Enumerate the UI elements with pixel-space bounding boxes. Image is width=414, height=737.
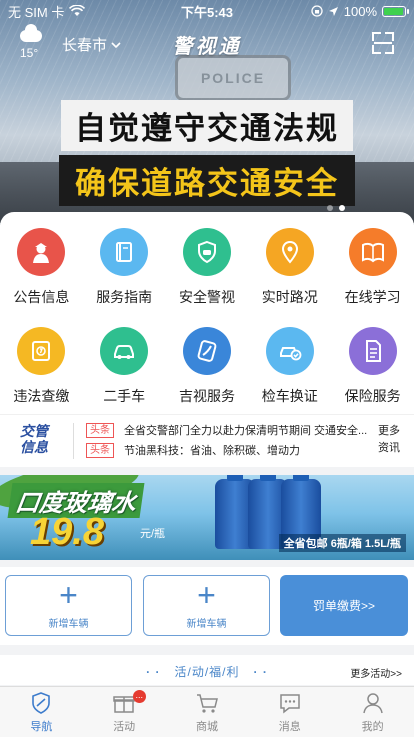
clock: 下午5:43: [180, 4, 234, 20]
navigation-icon: [32, 692, 51, 714]
grid-item[interactable]: 保险服务: [331, 327, 414, 406]
pay-fine-button[interactable]: 罚单缴费>>: [280, 575, 408, 636]
news-item[interactable]: 头条 全省交警部门全力以赴力保清明节期间 交通安全...: [86, 422, 367, 438]
j-logo-icon: [182, 327, 231, 375]
tab-navigation[interactable]: 导航: [0, 687, 83, 737]
carousel-dot[interactable]: [327, 205, 333, 211]
ad-banner[interactable]: 口度玻璃水 19.8 元/瓶 全省包邮 6瓶/箱 1.5L/瓶: [0, 475, 414, 560]
service-grid: 公告信息 服务指南 安全警视 实时路况 在线学习违法查缴 二手车 吉视服务 检车换证 保险服务: [0, 228, 414, 406]
battery-percent: 100%: [343, 3, 378, 19]
grid-item-label: 安全警视: [178, 289, 235, 305]
ad-sale-text: 全省包邮 6瓶/箱 1.5L/瓶: [278, 534, 406, 552]
news-item[interactable]: 头条 节油黑科技：省油、除积碳、增动力: [86, 442, 300, 458]
orientation-lock-icon: [311, 5, 323, 17]
wifi-icon: [69, 5, 86, 16]
grid-item-label: 违法查缴: [13, 388, 70, 404]
tab-profile[interactable]: 我的: [331, 687, 414, 737]
grid-item[interactable]: 安全警视: [166, 228, 249, 307]
carousel-dots: [327, 205, 345, 211]
officer-icon: [17, 228, 66, 276]
grid-item[interactable]: 二手车: [83, 327, 166, 406]
more-news-link[interactable]: 更多 资讯: [378, 423, 400, 457]
banner-slogan[interactable]: 自觉遵守交通法规 确保道路交通安全: [0, 100, 414, 206]
grid-item-label: 实时路况: [261, 289, 318, 305]
grid-item-label: 公告信息: [13, 289, 70, 305]
cart-icon: [196, 694, 218, 713]
grid-item-label: 保险服务: [344, 388, 401, 404]
app-header: 15° 长春市 警视通: [0, 24, 414, 66]
grid-item-label: 吉视服务: [178, 388, 235, 404]
plus-icon: +: [59, 577, 78, 613]
ticket-icon: [17, 327, 66, 375]
news-logo: 交管 信息: [20, 423, 48, 455]
book-icon: [100, 228, 149, 276]
grid-item[interactable]: 在线学习: [331, 228, 414, 307]
grid-item[interactable]: 违法查缴: [0, 327, 83, 406]
profile-icon: [362, 693, 383, 714]
grid-item[interactable]: 实时路况: [248, 228, 331, 307]
grid-item[interactable]: 服务指南: [83, 228, 166, 307]
status-bar: 无 SIM 卡 下午5:43 100%: [0, 0, 414, 22]
app-title: 警视通: [172, 36, 242, 58]
slogan-line-2: 确保道路交通安全: [59, 155, 355, 206]
add-vehicle-button[interactable]: + 新增车辆: [143, 575, 270, 636]
tab-message[interactable]: 消息: [248, 687, 331, 737]
grid-item-label: 检车换证: [261, 388, 318, 404]
shield-car-icon: [182, 228, 231, 276]
location-pin-icon: [265, 228, 314, 276]
top-banner-area: POLICE 无 SIM 卡 下午5:43 100% 15° 长春市 警视通 自…: [0, 0, 414, 225]
battery-icon: [382, 5, 410, 17]
car-icon: [100, 327, 149, 375]
plus-icon: +: [197, 577, 216, 613]
news-ticker[interactable]: 交管 信息 头条 全省交警部门全力以赴力保清明节期间 交通安全... 头条 节油…: [0, 414, 414, 467]
message-icon: [280, 694, 300, 714]
notification-badge: ...: [132, 690, 146, 703]
grid-item[interactable]: 公告信息: [0, 228, 83, 307]
scan-icon[interactable]: [372, 32, 394, 54]
carousel-dot[interactable]: [339, 205, 345, 211]
activity-section: 活/动/福/利 更多活动>>: [0, 655, 414, 685]
news-text: 节油黑科技：省油、除积碳、增动力: [124, 445, 300, 457]
headline-tag: 头条: [86, 422, 114, 438]
grid-item-label: 在线学习: [344, 289, 401, 305]
add-vehicle-button[interactable]: + 新增车辆: [5, 575, 132, 636]
grid-item[interactable]: 吉视服务: [166, 327, 249, 406]
tab-activity[interactable]: 活动 ...: [83, 687, 166, 737]
open-book-icon: [348, 228, 397, 276]
document-icon: [348, 327, 397, 375]
tab-bar: 导航 活动 ... 商城 消息 我的: [0, 686, 414, 737]
more-activity-link[interactable]: 更多活动>>: [350, 665, 402, 680]
carrier-text: 无 SIM 卡: [8, 4, 65, 20]
ad-price: 19.8: [30, 511, 104, 553]
news-text: 全省交警部门全力以赴力保清明节期间 交通安全...: [124, 425, 368, 437]
grid-item-label: 二手车: [103, 388, 146, 404]
location-arrow-icon: [328, 6, 338, 16]
vehicle-section: + 新增车辆 + 新增车辆 罚单缴费>>: [0, 567, 414, 645]
ad-unit: 元/瓶: [140, 528, 166, 540]
grid-item[interactable]: 检车换证: [248, 327, 331, 406]
grid-item-label: 服务指南: [96, 289, 153, 305]
headline-tag: 头条: [86, 442, 114, 458]
car-inspection-icon: [265, 327, 314, 375]
tab-mall[interactable]: 商城: [166, 687, 249, 737]
slogan-line-1: 自觉遵守交通法规: [61, 100, 353, 151]
